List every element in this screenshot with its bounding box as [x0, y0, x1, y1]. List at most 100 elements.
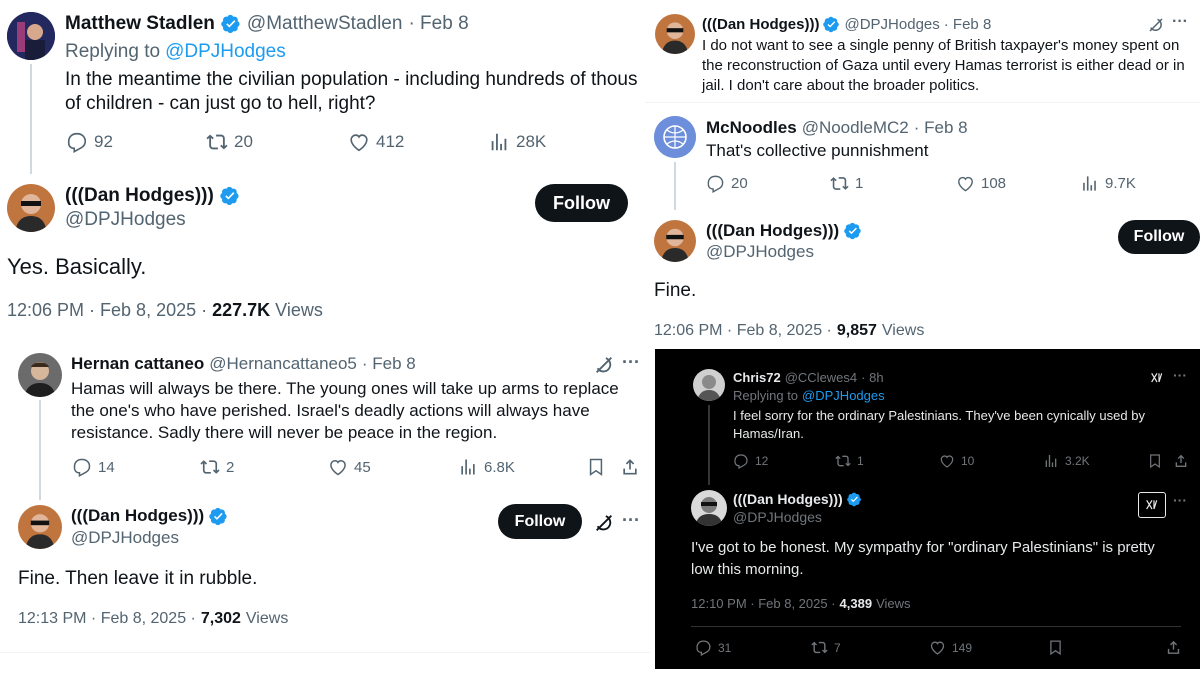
- share-button[interactable]: [1173, 453, 1189, 469]
- verified-badge-icon: [221, 14, 241, 34]
- bookmark-icon: [586, 457, 606, 477]
- repost-count: 1: [855, 175, 864, 192]
- divider: [691, 626, 1181, 627]
- author-name[interactable]: (((Dan Hodges))): [71, 506, 204, 526]
- reply-button[interactable]: 14: [72, 457, 200, 477]
- author-name[interactable]: Matthew Stadlen: [65, 13, 215, 35]
- reply-button[interactable]: 92: [66, 131, 206, 153]
- replying-to-handle[interactable]: @DPJHodges: [165, 41, 286, 63]
- repost-button[interactable]: 2: [200, 457, 328, 477]
- tweet-text: Fine.: [654, 280, 697, 301]
- grok-icon[interactable]: [593, 512, 615, 534]
- author-handle[interactable]: @DPJHodges: [844, 16, 939, 33]
- repost-button[interactable]: 7: [811, 639, 929, 656]
- views-icon: [1043, 453, 1059, 469]
- repost-button[interactable]: 1: [830, 174, 956, 193]
- follow-button[interactable]: Follow: [1118, 220, 1200, 254]
- grok-icon[interactable]: [1147, 16, 1165, 34]
- replying-to-handle[interactable]: @DPJHodges: [802, 388, 885, 403]
- timestamp[interactable]: 12:10 PM · Feb 8, 2025 ·: [691, 596, 836, 611]
- like-button[interactable]: 108: [956, 174, 1080, 193]
- tweet-date[interactable]: · 8h: [861, 370, 883, 385]
- reply-icon: [66, 131, 88, 153]
- more-options-icon[interactable]: ···: [1173, 492, 1187, 508]
- main-author: (((Dan Hodges))): [706, 220, 862, 241]
- timestamp[interactable]: 12:06 PM · Feb 8, 2025 ·: [654, 322, 832, 340]
- avatar-dan-hodges[interactable]: [691, 490, 727, 526]
- author-name[interactable]: (((Dan Hodges))): [702, 16, 819, 33]
- author-handle[interactable]: @NoodleMC2: [802, 118, 909, 138]
- author-handle[interactable]: @CClewes4: [785, 370, 857, 385]
- panel-top-left: Matthew Stadlen @MatthewStadlen · Feb 8 …: [0, 0, 640, 338]
- author-handle[interactable]: @DPJHodges: [65, 209, 186, 231]
- like-icon: [348, 131, 370, 153]
- like-button[interactable]: 149: [929, 639, 1047, 656]
- reply-button[interactable]: 31: [695, 639, 811, 656]
- views-button[interactable]: 6.8K: [458, 457, 586, 477]
- avatar-chris72[interactable]: [693, 369, 725, 401]
- views-button[interactable]: 9.7K: [1080, 174, 1136, 193]
- like-icon: [328, 457, 348, 477]
- share-button[interactable]: [1165, 639, 1182, 656]
- author-handle[interactable]: @MatthewStadlen: [247, 13, 403, 35]
- tweet-meta: 12:10 PM · Feb 8, 2025 · 4,389 Views: [691, 596, 911, 611]
- author-handle[interactable]: @DPJHodges: [706, 242, 814, 262]
- repost-icon: [200, 457, 220, 477]
- author-name[interactable]: (((Dan Hodges))): [733, 491, 843, 507]
- views-button[interactable]: 3.2K: [1043, 453, 1147, 469]
- avatar-dan-hodges[interactable]: [18, 505, 62, 549]
- author-handle[interactable]: @Hernancattaneo5: [209, 354, 357, 374]
- follow-button[interactable]: Follow: [535, 184, 628, 222]
- bookmark-button[interactable]: [1047, 639, 1165, 656]
- share-button[interactable]: [620, 457, 640, 477]
- author-name[interactable]: Hernan cattaneo: [71, 354, 204, 374]
- replying-to: Replying to @DPJHodges: [733, 388, 885, 403]
- more-options-icon[interactable]: ···: [1173, 367, 1187, 383]
- avatar-dan-hodges[interactable]: [655, 14, 695, 54]
- author-name[interactable]: Chris72: [733, 370, 781, 385]
- like-button[interactable]: 10: [939, 453, 1043, 469]
- like-button[interactable]: 45: [328, 457, 458, 477]
- follow-button[interactable]: Follow: [498, 504, 582, 539]
- bookmark-button[interactable]: [586, 457, 620, 477]
- author-handle[interactable]: @DPJHodges: [733, 509, 822, 525]
- more-options-icon[interactable]: ···: [622, 510, 640, 531]
- timestamp[interactable]: 12:13 PM · Feb 8, 2025 ·: [18, 610, 196, 628]
- author-name[interactable]: McNoodles: [706, 118, 797, 138]
- views-icon: [488, 131, 510, 153]
- author-name[interactable]: (((Dan Hodges))): [65, 185, 214, 207]
- divider: [645, 102, 1200, 103]
- like-button[interactable]: 412: [348, 131, 488, 153]
- bookmark-button[interactable]: [1147, 453, 1173, 469]
- avatar-matthew-stadlen[interactable]: [7, 12, 55, 60]
- avatar-mcnoodles[interactable]: [654, 116, 696, 158]
- more-options-icon[interactable]: ···: [1172, 13, 1188, 31]
- more-options-icon[interactable]: ···: [622, 352, 640, 373]
- repost-button[interactable]: 20: [206, 131, 348, 153]
- views-label: Views: [881, 322, 925, 339]
- grok-icon[interactable]: [593, 354, 615, 376]
- author-name[interactable]: (((Dan Hodges))): [706, 221, 839, 241]
- avatar-dan-hodges[interactable]: [7, 184, 55, 232]
- xai-icon[interactable]: [1149, 370, 1165, 386]
- timestamp[interactable]: 12:06 PM · Feb 8, 2025 ·: [7, 300, 207, 321]
- views-icon: [1080, 174, 1099, 193]
- reply-button[interactable]: 12: [733, 453, 835, 469]
- views-button[interactable]: 28K: [488, 131, 546, 153]
- repost-button[interactable]: 1: [835, 453, 939, 469]
- avatar-dan-hodges[interactable]: [654, 220, 696, 262]
- panel-bottom-right-dark: Chris72 @CClewes4 · 8h ··· Replying to @…: [655, 349, 1200, 669]
- share-icon: [1165, 639, 1182, 656]
- xai-button[interactable]: [1138, 492, 1166, 518]
- tweet-date[interactable]: · Feb 8: [408, 13, 468, 35]
- views-number: 9,857: [836, 322, 877, 339]
- tweet-date[interactable]: · Feb 8: [914, 118, 968, 138]
- reply-button[interactable]: 20: [706, 174, 830, 193]
- avatar-hernan-cattaneo[interactable]: [18, 353, 62, 397]
- tweet-date[interactable]: · Feb 8: [362, 354, 416, 374]
- views-number: 7,302: [200, 610, 241, 627]
- views-count: 28K: [516, 132, 547, 151]
- author-handle[interactable]: @DPJHodges: [71, 528, 179, 548]
- tweet-date[interactable]: · Feb 8: [944, 16, 992, 33]
- un-emblem-icon: [654, 116, 696, 158]
